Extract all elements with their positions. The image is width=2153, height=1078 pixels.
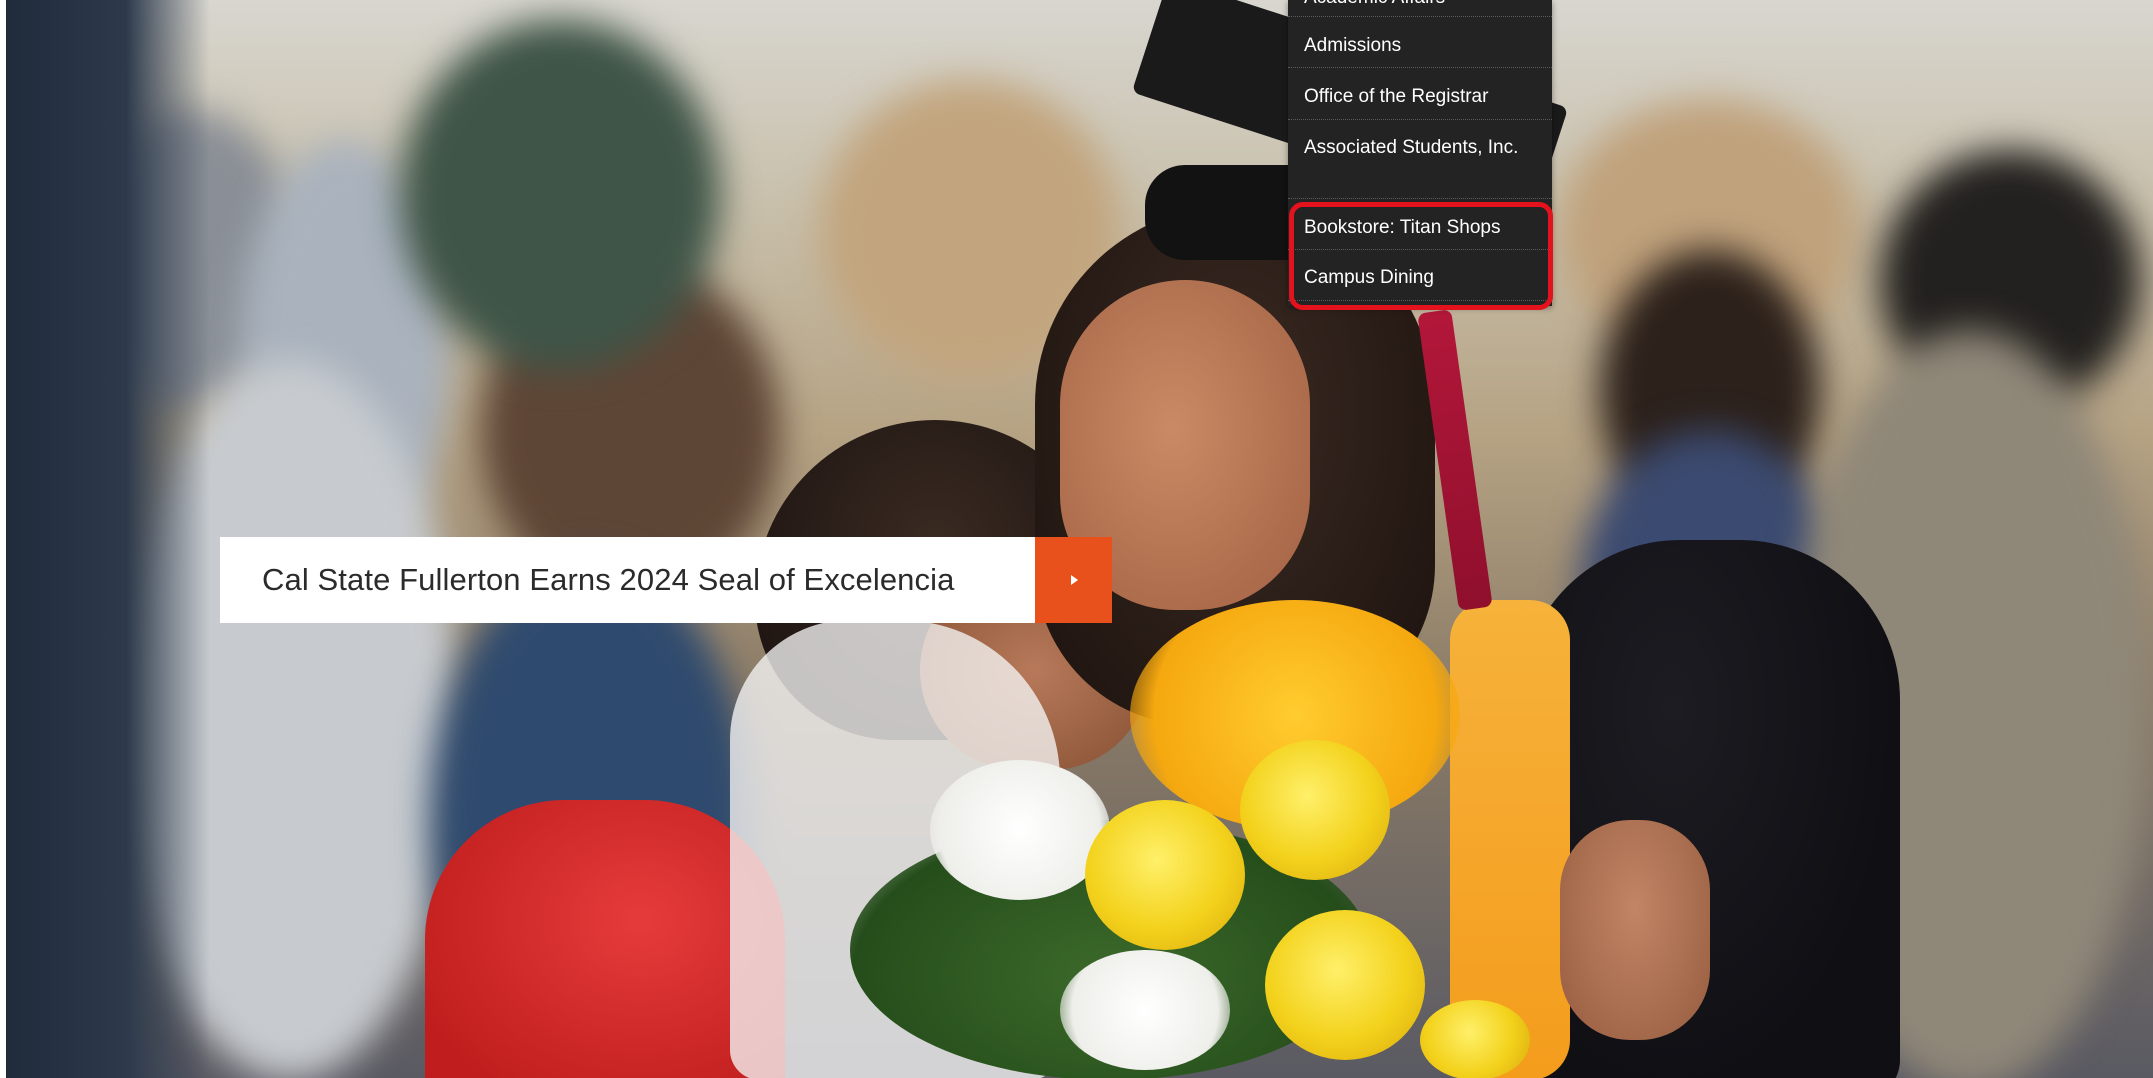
yellow-rose [1085,800,1245,950]
menu-item-registrar[interactable]: Office of the Registrar [1304,83,1538,110]
menu-separator [1288,16,1552,17]
white-lily [1060,950,1230,1070]
page-left-edge [0,0,6,1078]
background-foliage [400,20,720,370]
menu-item-associated-students[interactable]: Associated Students, Inc. [1304,134,1538,161]
menu-item-academic-affairs[interactable]: Academic Affairs [1304,0,1538,11]
yellow-rose [1265,910,1425,1060]
highlight-annotation-box [1289,202,1553,310]
yellow-rose [1240,740,1390,880]
news-headline-banner[interactable]: Cal State Fullerton Earns 2024 Seal of E… [220,537,1112,623]
yellow-rose [1420,1000,1530,1078]
menu-separator [1288,67,1552,68]
headline-arrow-button[interactable] [1035,537,1112,623]
menu-item-admissions[interactable]: Admissions [1304,32,1538,59]
news-headline-text[interactable]: Cal State Fullerton Earns 2024 Seal of E… [220,537,1035,623]
graduate-hand [1560,820,1710,1040]
menu-separator [1288,198,1552,199]
foreground-shadow [0,0,210,1078]
play-right-icon [1070,575,1078,585]
menu-separator [1288,119,1552,120]
white-lily [930,760,1110,900]
